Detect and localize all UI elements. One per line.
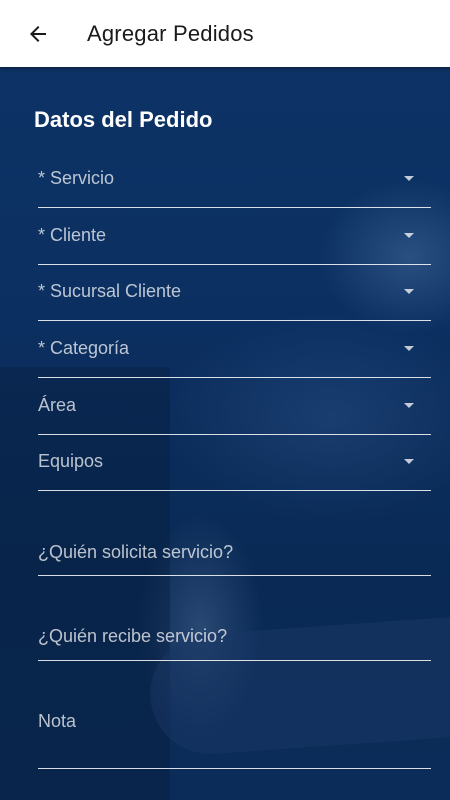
field-underline [38, 433, 431, 435]
back-button[interactable] [12, 8, 64, 60]
field-underline [38, 263, 431, 265]
arrow-left-icon [30, 25, 46, 42]
dropdown-label: Área [38, 395, 77, 415]
dropdown-label: * Servicio [38, 168, 115, 188]
nota-input[interactable]: Nota [38, 697, 431, 769]
field-underline [38, 489, 431, 491]
section-title: Datos del Pedido [34, 107, 213, 132]
page-title: Agregar Pedidos [87, 20, 254, 46]
area-dropdown[interactable]: Área [38, 391, 431, 435]
order-form: Datos del Pedido * Servicio * Cliente * … [0, 67, 450, 800]
field-underline [38, 319, 431, 321]
dropdown-label: * Sucursal Cliente [38, 281, 182, 301]
field-underline [38, 574, 431, 576]
quien-solicita-input[interactable]: ¿Quién solicita servicio? [38, 527, 431, 576]
caret-down-icon [404, 233, 414, 238]
quien-recibe-input[interactable]: ¿Quién recibe servicio? [38, 611, 431, 661]
caret-down-icon [404, 403, 414, 408]
caret-down-icon [404, 459, 414, 464]
sucursal-cliente-dropdown[interactable]: * Sucursal Cliente [38, 277, 431, 321]
field-underline [38, 767, 431, 769]
input-placeholder: ¿Quién recibe servicio? [38, 626, 228, 646]
caret-down-icon [404, 289, 414, 294]
cliente-dropdown[interactable]: * Cliente [38, 221, 431, 265]
field-underline [38, 376, 431, 378]
field-underline [38, 659, 431, 661]
categoria-dropdown[interactable]: * Categoría [38, 334, 431, 378]
field-underline [38, 206, 431, 208]
dropdown-label: * Categoría [38, 338, 130, 358]
dropdown-label: * Cliente [38, 225, 107, 245]
servicio-dropdown[interactable]: * Servicio [38, 164, 431, 208]
dropdown-label: Equipos [38, 451, 104, 471]
input-placeholder: Nota [38, 711, 77, 731]
caret-down-icon [404, 346, 414, 351]
app-bar: Agregar Pedidos [0, 0, 450, 67]
input-placeholder: ¿Quién solicita servicio? [38, 542, 234, 562]
equipos-dropdown[interactable]: Equipos [38, 447, 431, 491]
caret-down-icon [404, 176, 414, 181]
